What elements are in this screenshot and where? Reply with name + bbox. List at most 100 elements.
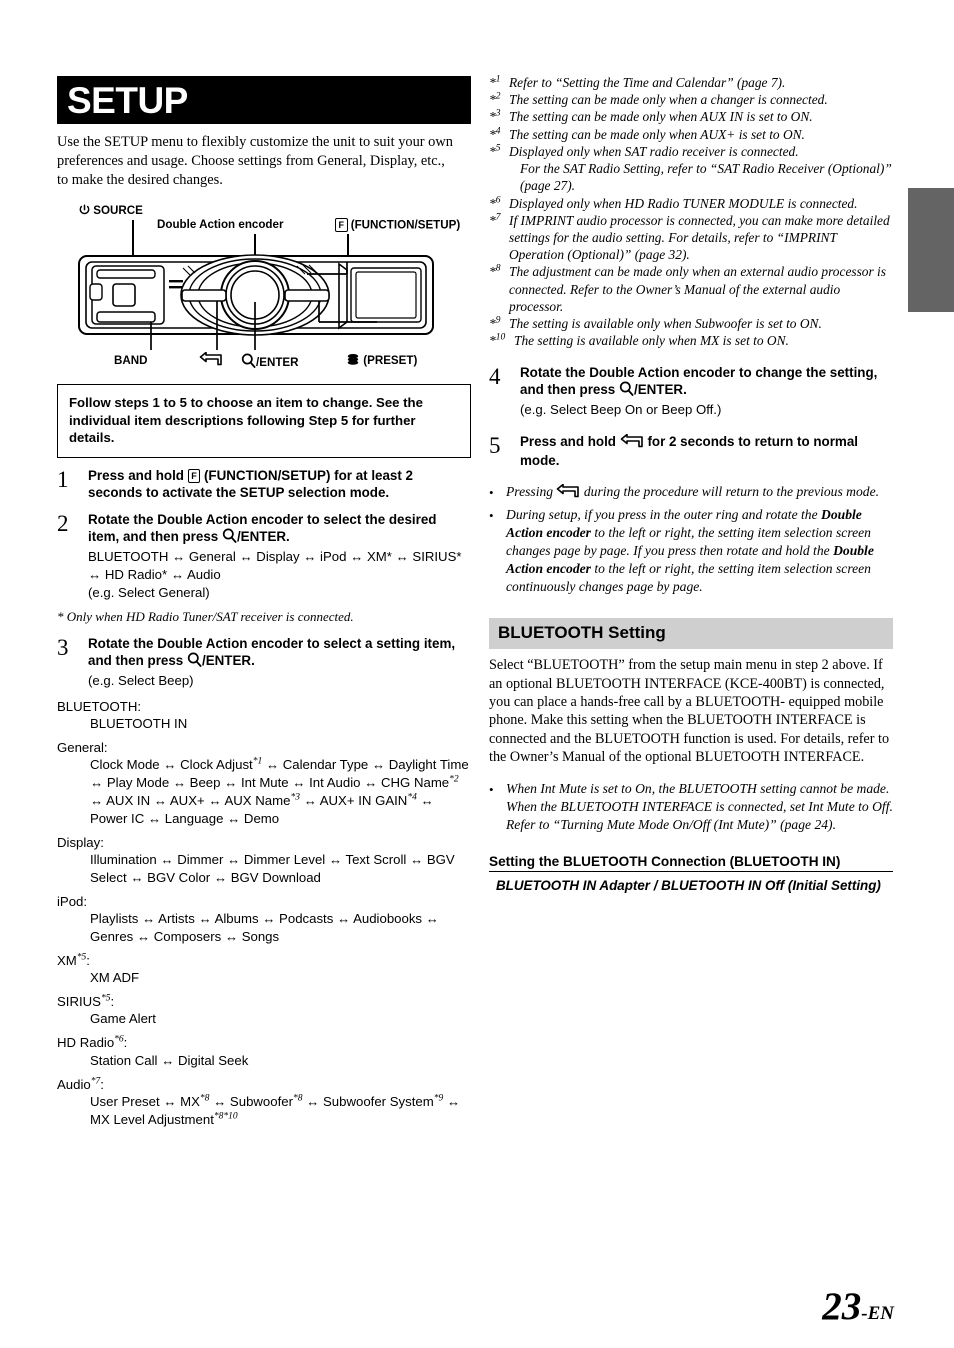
footnote-text: The setting is available only when Subwo… [509, 316, 822, 332]
footnote-row: *1 Refer to “Setting the Time and Calenda… [489, 74, 893, 91]
tree-group: XM*5: XM ADF [57, 952, 471, 987]
footnote-row: *5 Displayed only when SAT radio receiver… [489, 143, 893, 195]
step-1-number: 1 [57, 466, 69, 492]
right-column: *1 Refer to “Setting the Time and Calenda… [489, 74, 893, 895]
footnote-text: The setting can be made only when AUX+ i… [509, 126, 805, 142]
right-notes: • Pressing during the procedure will ret… [489, 483, 893, 596]
back-return-icon [199, 351, 223, 369]
footnote-list: *1 Refer to “Setting the Time and Calenda… [489, 74, 893, 350]
tree-items: BLUETOOTH IN [90, 716, 188, 732]
bluetooth-notes: • When Int Mute is set to On, the BLUETO… [489, 780, 893, 834]
footnote-marker: *1 [489, 74, 501, 90]
footnote-marker: *6 [489, 195, 501, 211]
function-key-badge-inline: F [187, 469, 201, 484]
bluetooth-section-header: BLUETOOTH Setting [489, 618, 893, 650]
device-label-back [199, 351, 223, 369]
footnote-marker: *4 [489, 126, 501, 142]
footnote-text: The adjustment can be made only when an … [509, 264, 886, 314]
bullet-dot: • [489, 484, 494, 500]
footnote-text: The setting can be made only when a chan… [509, 92, 828, 108]
footnote-row: *2 The setting can be made only when a ch… [489, 91, 893, 108]
footnote-row: *6 Displayed only when HD Radio TUNER MOD… [489, 195, 893, 212]
footnote-text: The setting can be made only when AUX IN… [509, 109, 813, 125]
bluetooth-note-text: When Int Mute is set to On, the BLUETOOT… [506, 780, 893, 832]
step-4-text: Rotate the Double Action encoder to chan… [520, 364, 893, 401]
search-icon [619, 381, 634, 400]
tree-category: Display: [57, 834, 104, 850]
tree-category: iPod: [57, 893, 88, 909]
footnote-row: *8 The adjustment can be made only when a… [489, 263, 893, 315]
intro-paragraph: Use the SETUP menu to flexibly customize… [57, 134, 453, 189]
instruction-callout: Follow steps 1 to 5 to choose an item to… [57, 384, 471, 458]
bluetooth-connection-subheading: Setting the BLUETOOTH Connection (BLUETO… [489, 854, 893, 873]
device-label-enter: /ENTER [241, 353, 299, 371]
page-title-banner: SETUP [57, 76, 471, 124]
footnote-row: *4 The setting can be made only when AUX+… [489, 126, 893, 143]
tree-category: General: [57, 740, 108, 756]
page-title: SETUP [67, 79, 188, 121]
step-2-chain: BLUETOOTH ↔ General ↔ Display ↔ iPod ↔ X… [88, 549, 462, 582]
page-edge-tab [908, 188, 954, 312]
footnote-marker: *3 [489, 108, 501, 125]
step-2: 2 Rotate the Double Action encoder to se… [57, 511, 471, 602]
bluetooth-connection-values: BLUETOOTH IN Adapter / BLUETOOTH IN Off … [496, 878, 881, 894]
footnote-marker: *10 [489, 332, 506, 349]
step-2-footnote: * Only when HD Radio Tuner/SAT receiver … [57, 608, 354, 624]
step-3-example: (e.g. Select Beep) [88, 673, 194, 689]
manual-page: SETUP Use the SETUP menu to flexibly cus… [0, 0, 954, 1348]
bullet-dot: • [489, 781, 494, 797]
step-2-number: 2 [57, 510, 69, 536]
footnote-row: *3 The setting can be made only when AUX … [489, 108, 893, 125]
footnote-text: Displayed only when SAT radio receiver i… [509, 143, 892, 194]
footnote-marker: *8 [489, 263, 501, 280]
footnote-text: If IMPRINT audio processor is connected,… [509, 212, 890, 263]
footnote-marker: *9 [489, 315, 501, 332]
step-5-number: 5 [489, 432, 501, 458]
tree-group: SIRIUS*5: Game Alert [57, 993, 471, 1028]
device-label-preset: (PRESET) [346, 353, 417, 369]
tree-group: HD Radio*6: Station Call ↔ Digital Seek [57, 1034, 471, 1069]
device-diagram: SOURCE Double Action encoder F (FUNCTION… [57, 202, 471, 382]
footnote-marker: *2 [489, 91, 501, 108]
bluetooth-note-1: • When Int Mute is set to On, the BLUETO… [489, 780, 893, 834]
step-5: 5 Press and hold for 2 seconds to return… [489, 433, 893, 470]
setting-item-tree: BLUETOOTH: BLUETOOTH IN General: Clock Mode… [57, 698, 471, 1129]
tree-items: Clock Mode ↔ Clock Adjust*1 ↔ Calendar T… [90, 757, 469, 826]
tree-group: iPod: Playlists ↔ Artists ↔ Albums ↔ Podc… [57, 893, 471, 946]
step-5-text: Press and hold for 2 seconds to return t… [520, 433, 858, 469]
tree-items: Game Alert [90, 1011, 156, 1027]
footnote-text: Refer to “Setting the Time and Calendar”… [509, 75, 786, 90]
tree-items: Station Call ↔ Digital Seek [90, 1052, 249, 1068]
device-label-band: BAND [114, 354, 148, 368]
step-2-text: Rotate the Double Action encoder to sele… [88, 511, 471, 548]
tree-items: User Preset ↔ MX*8 ↔ Subwoofer*8 ↔ Subwo… [90, 1093, 461, 1127]
search-icon [187, 652, 202, 671]
step-4: 4 Rotate the Double Action encoder to ch… [489, 364, 893, 419]
footnote-row: *7 If IMPRINT audio processor is connecte… [489, 212, 893, 264]
tree-group: Display: Illumination ↔ Dimmer ↔ Dimmer L… [57, 834, 471, 887]
tree-group: Audio*7: User Preset ↔ MX*8 ↔ Subwoofer*8… [57, 1076, 471, 1129]
tree-items: Illumination ↔ Dimmer ↔ Dimmer Level ↔ T… [90, 852, 455, 885]
step-1: 1 Press and hold F (FUNCTION/SETUP) for … [57, 467, 471, 502]
right-note-1: • Pressing during the procedure will ret… [489, 483, 893, 503]
step-4-number: 4 [489, 363, 501, 389]
tree-group: General: Clock Mode ↔ Clock Adjust*1 ↔ Ca… [57, 739, 471, 828]
search-icon [241, 353, 256, 371]
step-4-example: (e.g. Select Beep On or Beep Off.) [520, 402, 722, 418]
footnote-text: The setting is available only when MX is… [514, 333, 789, 349]
footnote-row: *10 The setting is available only when MX… [489, 332, 893, 349]
page-number: 23-EN [822, 1285, 894, 1328]
bluetooth-section-body: Select “BLUETOOTH” from the setup main m… [489, 657, 890, 766]
step-3: 3 Rotate the Double Action encoder to se… [57, 635, 471, 690]
tree-category: HD Radio*6: [57, 1034, 128, 1051]
preset-stack-icon [346, 353, 360, 369]
footnote-marker: *5 [489, 143, 501, 159]
tree-category: SIRIUS*5: [57, 993, 115, 1010]
search-icon [222, 528, 237, 547]
left-column: SETUP Use the SETUP menu to flexibly cus… [57, 76, 471, 1129]
bullet-dot: • [489, 507, 494, 523]
step-3-text: Rotate the Double Action encoder to sele… [88, 635, 471, 672]
step-3-number: 3 [57, 634, 69, 660]
tree-group: BLUETOOTH: BLUETOOTH IN [57, 698, 471, 733]
tree-category: XM*5: [57, 952, 90, 968]
